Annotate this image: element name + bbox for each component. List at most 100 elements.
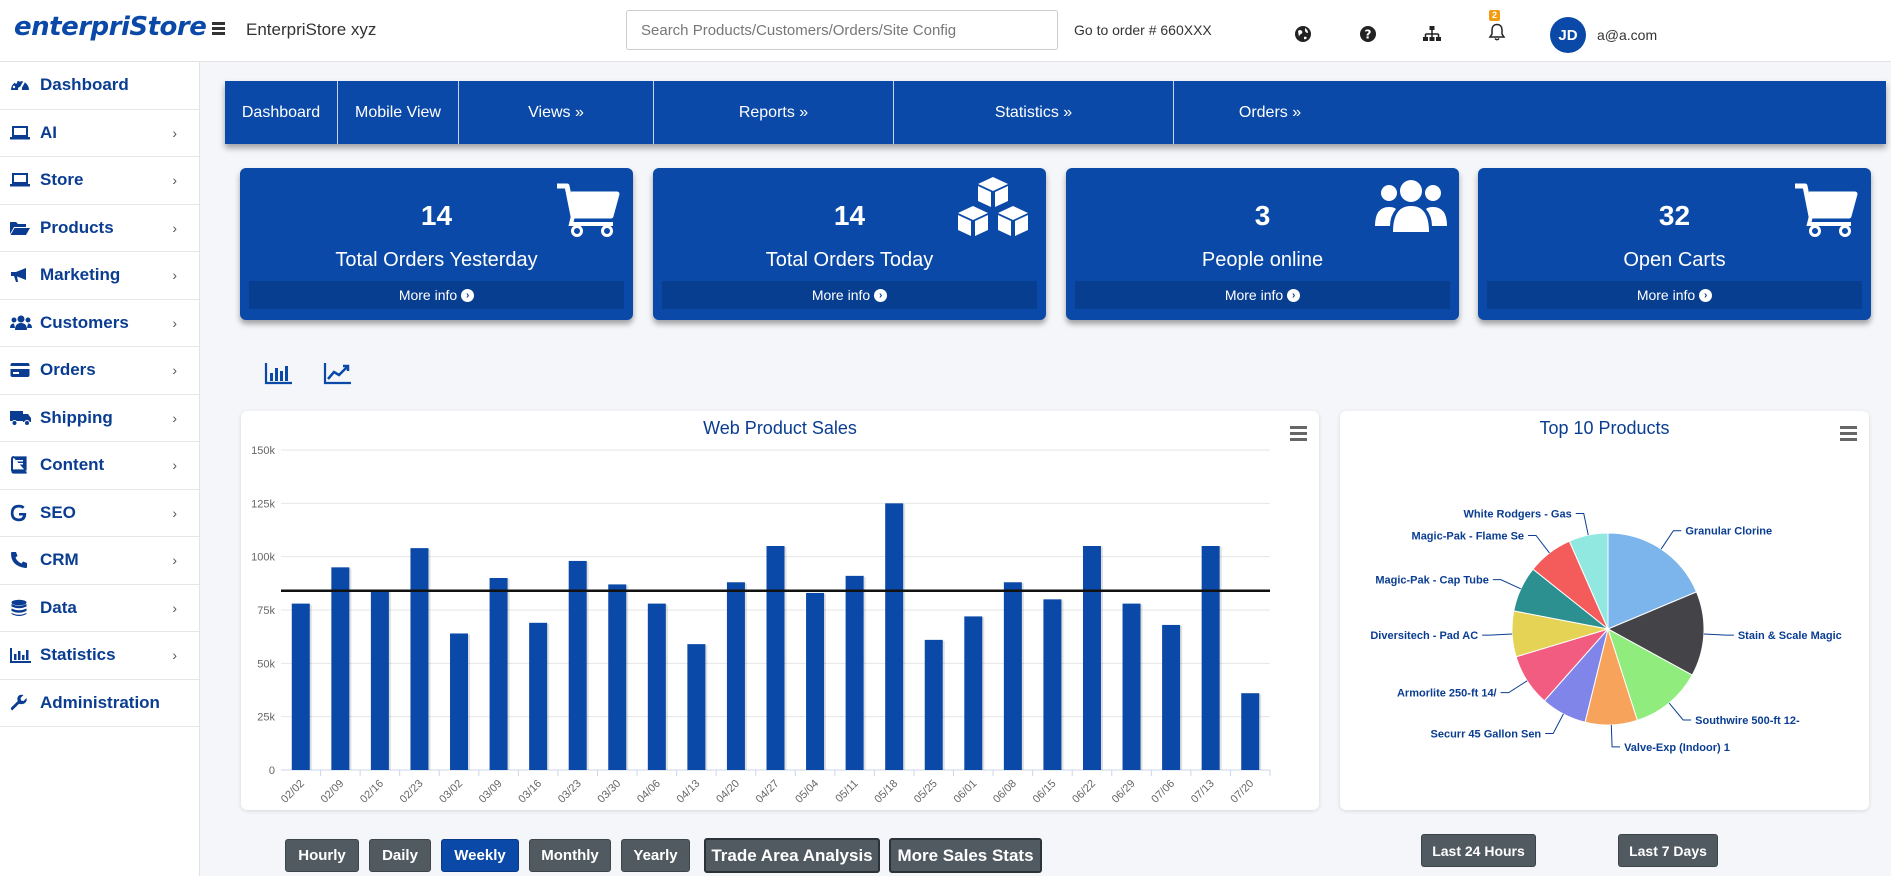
x-tick-label: 07/13	[1189, 778, 1217, 806]
daily-button[interactable]: Daily	[369, 839, 431, 872]
logo[interactable]: enterpriStore	[14, 12, 207, 42]
chevron-right-icon: ›	[172, 552, 177, 569]
hourly-button[interactable]: Hourly	[285, 839, 359, 872]
search-input[interactable]	[626, 10, 1058, 50]
bar[interactable]	[1122, 603, 1141, 770]
x-tick-label: 06/15	[1031, 778, 1059, 806]
sidebar-item-administration[interactable]: Administration	[0, 680, 199, 727]
sidebar-item-label: AI	[40, 122, 57, 142]
x-tick-label: 04/13	[675, 778, 703, 806]
bar[interactable]	[1082, 546, 1101, 770]
sidebar-item-marketing[interactable]: Marketing ›	[0, 252, 199, 300]
folder-open-icon	[10, 219, 32, 237]
x-tick-label: 03/16	[516, 778, 544, 806]
line-chart-toggle-icon[interactable]	[323, 360, 353, 388]
sidebar-item-seo[interactable]: SEO ›	[0, 490, 199, 537]
sidebar-item-products[interactable]: Products ›	[0, 205, 199, 252]
bar[interactable]	[766, 546, 785, 770]
database-icon	[10, 599, 32, 617]
more-info-link[interactable]: More info ›	[662, 281, 1037, 309]
bar[interactable]	[885, 503, 904, 770]
bar[interactable]	[1043, 599, 1062, 770]
nav-reports[interactable]: Reports »	[654, 81, 894, 144]
sidebar-item-crm[interactable]: CRM ›	[0, 537, 199, 585]
avatar[interactable]: JD	[1550, 17, 1586, 53]
sidebar-item-statistics[interactable]: Statistics ›	[0, 632, 199, 680]
trade-area-analysis-button[interactable]: Trade Area Analysis	[704, 838, 880, 873]
sidebar-item-label: SEO	[40, 502, 76, 522]
bar-chart-toggle-icon[interactable]	[264, 360, 294, 388]
sidebar-item-shipping[interactable]: Shipping ›	[0, 395, 199, 442]
pie-label: Magic-Pak - Flame Se	[1412, 530, 1525, 542]
x-tick-label: 03/30	[595, 778, 623, 806]
pie-connector	[1703, 633, 1734, 636]
bar[interactable]	[450, 633, 469, 770]
bar[interactable]	[608, 584, 627, 770]
bar[interactable]	[291, 603, 310, 770]
monthly-button[interactable]: Monthly	[529, 839, 611, 872]
globe-icon[interactable]	[1293, 24, 1313, 44]
sidebar-item-label: Store	[40, 170, 84, 190]
last-24-hours-button[interactable]: Last 24 Hours	[1421, 834, 1536, 867]
help-icon[interactable]: ?	[1358, 24, 1378, 44]
bar[interactable]	[331, 567, 350, 770]
infobox-label: People online	[1201, 249, 1324, 271]
user-email[interactable]: a@a.com	[1597, 27, 1657, 43]
bar[interactable]	[687, 644, 706, 770]
sidebar-item-content[interactable]: Content ›	[0, 442, 199, 490]
bar[interactable]	[1003, 582, 1022, 770]
sidebar-item-label: Shipping	[40, 407, 113, 427]
bar[interactable]	[568, 560, 587, 770]
sidebar-item-label: Dashboard	[40, 75, 129, 95]
bar[interactable]	[370, 590, 389, 770]
more-info-label: More info	[1224, 287, 1284, 303]
bar[interactable]	[529, 622, 548, 770]
pie-label: Armorlite 250-ft 14/	[1397, 688, 1497, 700]
pie-connector	[1492, 579, 1522, 590]
more-sales-stats-button[interactable]: More Sales Stats	[889, 838, 1042, 873]
sidebar-item-store[interactable]: Store ›	[0, 157, 199, 205]
chevron-right-icon: ›	[172, 172, 177, 189]
bar[interactable]	[924, 639, 943, 770]
nav-mobile-view[interactable]: Mobile View	[338, 81, 459, 144]
weekly-button[interactable]: Weekly	[441, 839, 519, 872]
sidebar-item-data[interactable]: Data ›	[0, 585, 199, 632]
nav-views[interactable]: Views »	[459, 81, 654, 144]
nav-statistics[interactable]: Statistics »	[894, 81, 1174, 144]
bar[interactable]	[964, 616, 983, 770]
nav-orders[interactable]: Orders »	[1174, 81, 1366, 144]
bar[interactable]	[1162, 624, 1181, 770]
more-info-link[interactable]: More info ›	[1487, 281, 1862, 309]
sidebar-item-customers[interactable]: Customers ›	[0, 300, 199, 347]
more-info-link[interactable]: More info ›	[249, 281, 624, 309]
infobox-value: 3	[1254, 200, 1271, 231]
sitemap-icon[interactable]	[1422, 24, 1442, 44]
bar[interactable]	[647, 603, 666, 770]
yearly-button[interactable]: Yearly	[621, 839, 690, 872]
bar[interactable]	[410, 548, 429, 770]
sidebar-item-label: Customers	[40, 312, 129, 332]
pie-label: Southwire 500-ft 12-	[1695, 715, 1800, 727]
chevron-right-icon: ›	[172, 362, 177, 379]
x-tick-label: 07/06	[1149, 778, 1177, 806]
google-icon	[10, 504, 32, 522]
nav-dashboard[interactable]: Dashboard	[225, 81, 338, 144]
bar[interactable]	[1201, 546, 1220, 770]
bar[interactable]	[1241, 693, 1260, 770]
bar[interactable]	[489, 578, 508, 770]
sidebar-item-dashboard[interactable]: Dashboard	[0, 62, 199, 110]
sidebar-item-orders[interactable]: Orders ›	[0, 347, 199, 395]
menu-toggle-icon[interactable]	[212, 18, 228, 40]
sidebar-item-ai[interactable]: AI ›	[0, 110, 199, 157]
svg-text:?: ?	[1365, 28, 1372, 42]
x-tick-label: 02/23	[398, 778, 426, 806]
last-7-days-button[interactable]: Last 7 Days	[1618, 834, 1718, 867]
infobox-orders-today: 14 Total Orders Today More info ›	[653, 168, 1046, 320]
bar[interactable]	[806, 592, 825, 770]
bar[interactable]	[726, 582, 745, 770]
bar[interactable]	[845, 575, 864, 770]
y-tick-label: 100k	[251, 552, 275, 564]
bell-icon[interactable]	[1487, 22, 1507, 42]
goto-order-link[interactable]: Go to order # 660XXX	[1074, 22, 1212, 38]
more-info-link[interactable]: More info ›	[1075, 281, 1450, 309]
